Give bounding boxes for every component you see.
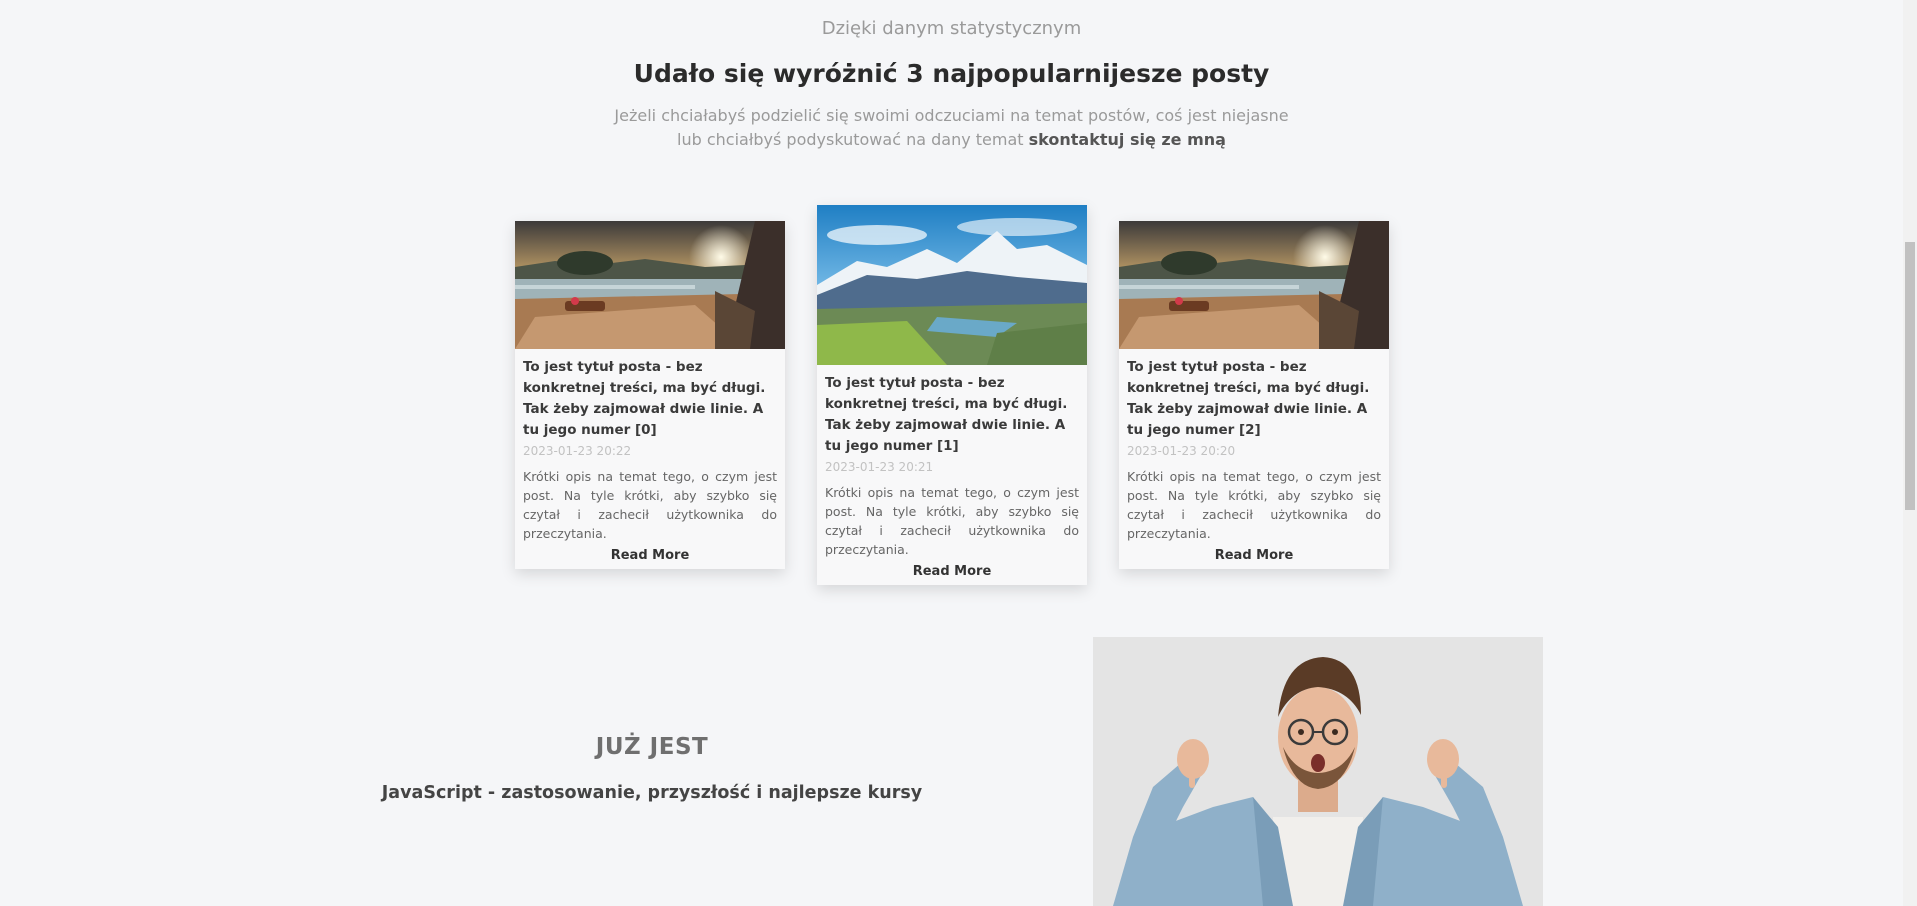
read-more-link[interactable]: Read More [825,563,1079,581]
scrollbar-thumb[interactable] [1905,242,1915,510]
post-card[interactable]: To jest tytuł posta - bez konkretnej tre… [817,205,1087,585]
promo-label: JUŻ JEST [595,734,709,760]
section-lead: Jeżeli chciałabyś podzielić się swoimi o… [0,104,1903,152]
resort-sunset-photo [515,221,785,349]
post-date: 2023-01-23 20:22 [523,444,632,458]
surprised-man-pointing-down-photo [1093,637,1543,906]
read-more-link[interactable]: Read More [1127,547,1381,565]
lead-line-2: lub chciałbyś podyskutować na dany temat [677,130,1024,149]
post-description: Krótki opis na temat tego, o czym jest p… [523,469,777,541]
popular-posts-intro: Dzięki danym statystycznym Udało się wyr… [0,18,1903,152]
post-card[interactable]: To jest tytuł posta - bez konkretnej tre… [515,221,785,569]
post-date: 2023-01-23 20:21 [825,460,934,474]
page-scrollbar[interactable] [1903,0,1917,906]
post-title[interactable]: To jest tytuł posta - bez konkretnej tre… [523,357,777,441]
resort-sunset-photo [1119,221,1389,349]
lead-line-1: Jeżeli chciałabyś podzielić się swoimi o… [614,106,1289,125]
post-description: Krótki opis na temat tego, o czym jest p… [1127,469,1381,541]
page: Dzięki danym statystycznym Udało się wyr… [0,0,1917,906]
contact-link[interactable]: skontaktuj się ze mną [1029,130,1226,149]
post-card-body: To jest tytuł posta - bez konkretnej tre… [515,349,785,569]
post-title[interactable]: To jest tytuł posta - bez konkretnej tre… [1127,357,1381,441]
post-title[interactable]: To jest tytuł posta - bez konkretnej tre… [825,373,1079,457]
section-heading: Udało się wyróżnić 3 najpopularnijesze p… [633,59,1270,88]
post-card-body: To jest tytuł posta - bez konkretnej tre… [817,365,1087,585]
promo-image [1093,637,1543,906]
mountain-valley-photo [817,205,1087,365]
post-description: Krótki opis na temat tego, o czym jest p… [825,485,1079,557]
read-more-link[interactable]: Read More [523,547,777,565]
post-card-body: To jest tytuł posta - bez konkretnej tre… [1119,349,1389,569]
post-card[interactable]: To jest tytuł posta - bez konkretnej tre… [1119,221,1389,569]
promo-title[interactable]: JavaScript - zastosowanie, przyszłość i … [352,783,952,803]
post-date: 2023-01-23 20:20 [1127,444,1236,458]
section-kicker: Dzięki danym statystycznym [821,18,1082,39]
